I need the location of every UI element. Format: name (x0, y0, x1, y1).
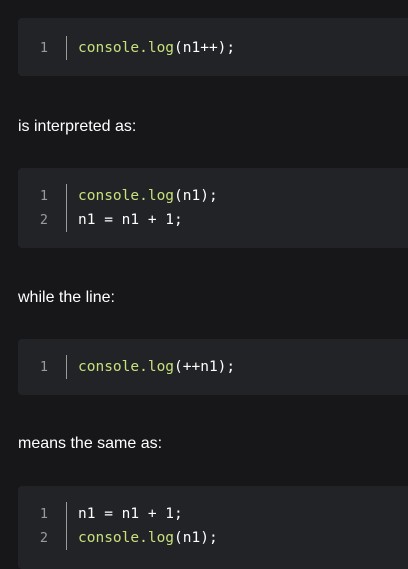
code-line: 1 console.log(n1++); (18, 36, 408, 60)
code-rest: (++n1); (174, 359, 236, 375)
prose-paragraph-3: means the same as: (18, 435, 163, 452)
line-number: 1 (39, 359, 48, 375)
code-function: console.log (78, 530, 175, 546)
code-rest: n1 = n1 + 1; (78, 212, 183, 228)
code-text: n1 = n1 + 1; (78, 212, 183, 228)
line-number: 2 (39, 530, 48, 546)
line-number: 1 (39, 188, 48, 204)
code-rest: n1 = n1 + 1; (78, 506, 183, 522)
code-line: 1 n1 = n1 + 1; (18, 502, 408, 526)
code-text: console.log(n1); (78, 188, 218, 204)
code-text: n1 = n1 + 1; (78, 506, 183, 522)
code-function: console.log (78, 359, 175, 375)
code-rest: (n1); (174, 530, 218, 546)
prose-paragraph-1: is interpreted as: (18, 118, 137, 135)
code-block-2: 1 console.log(n1); 2 n1 = n1 + 1; (18, 168, 408, 248)
line-number: 2 (39, 212, 48, 228)
code-rest: (n1++); (174, 40, 236, 56)
code-text: console.log(n1); (78, 530, 218, 546)
code-function: console.log (78, 188, 175, 204)
code-line: 2 console.log(n1); (18, 526, 408, 550)
code-rest: (n1); (174, 188, 218, 204)
code-function: console.log (78, 40, 175, 56)
line-number: 1 (39, 40, 48, 56)
code-line: 1 console.log(++n1); (18, 355, 408, 379)
code-block-4: 1 n1 = n1 + 1; 2 console.log(n1); (18, 486, 408, 569)
page: 1 console.log(n1++); is interpreted as: … (0, 0, 408, 569)
code-text: console.log(++n1); (78, 359, 235, 375)
code-text: console.log(n1++); (78, 40, 235, 56)
code-block-1: 1 console.log(n1++); (18, 18, 408, 76)
prose-paragraph-2: while the line: (18, 289, 115, 306)
code-line: 1 console.log(n1); (18, 184, 408, 208)
code-line: 2 n1 = n1 + 1; (18, 208, 408, 232)
line-number: 1 (39, 506, 48, 522)
code-block-3: 1 console.log(++n1); (18, 339, 408, 395)
